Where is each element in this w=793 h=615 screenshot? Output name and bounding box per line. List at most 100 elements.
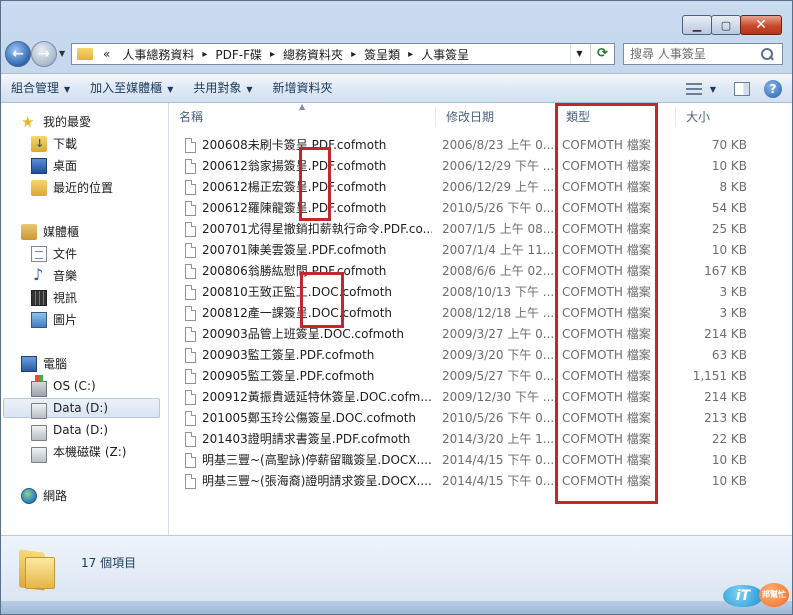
file-row[interactable]: 200806翁勝紘慰問.PDF.cofmoth 2008/6/6 上午 02...…	[179, 261, 779, 282]
nav-recent-places[interactable]: 最近的位置	[31, 178, 113, 198]
nav-music[interactable]: 音樂	[31, 265, 77, 286]
nav-videos[interactable]: 視訊	[31, 288, 77, 308]
help-icon[interactable]: ?	[764, 80, 782, 98]
address-dropdown-icon[interactable]: ▼	[570, 44, 588, 64]
breadcrumb-separator-icon[interactable]: ▸	[406, 49, 415, 60]
file-size: 10 KB	[711, 453, 747, 467]
nav-favorites[interactable]: 我的最愛	[21, 112, 91, 132]
search-icon[interactable]	[760, 47, 774, 61]
file-name: 明基三豐~(高聖詠)停薪留職簽呈.DOCX....	[202, 453, 432, 467]
preview-pane-icon[interactable]	[734, 82, 750, 96]
include-library-label: 加入至媒體櫃	[90, 81, 163, 95]
file-date: 2007/1/4 上午 11...	[442, 243, 555, 257]
nav-drive-d-selected[interactable]: Data (D:)	[3, 398, 160, 419]
file-row[interactable]: 200612翁家揚簽呈.PDF.cofmoth 2006/12/29 下午 ...…	[179, 156, 779, 177]
file-size: 3 KB	[719, 285, 747, 299]
file-name: 200903監工簽呈.PDF.cofmoth	[202, 348, 375, 362]
nav-pictures[interactable]: 圖片	[31, 310, 77, 330]
libraries-icon	[21, 224, 37, 240]
file-size: 213 KB	[704, 411, 747, 425]
nav-label: 網路	[43, 489, 68, 503]
nav-drive-z[interactable]: 本機磁碟 (Z:)	[31, 442, 126, 463]
music-icon	[31, 265, 47, 285]
file-row[interactable]: 200608未刷卡簽呈.PDF.cofmoth 2006/8/23 上午 0...…	[179, 135, 779, 156]
nav-documents[interactable]: 文件	[31, 244, 77, 264]
file-name: 201005鄭玉玲公傷簽呈.DOC.cofmoth	[202, 411, 417, 425]
nav-label: Data (D:)	[53, 423, 109, 437]
nav-computer[interactable]: 電腦	[21, 354, 67, 374]
nav-downloads[interactable]: 下載	[31, 134, 77, 154]
nav-network[interactable]: 網路	[21, 486, 67, 506]
back-button[interactable]: ←	[5, 41, 31, 67]
column-header-type[interactable]: 類型	[556, 107, 676, 127]
nav-libraries[interactable]: 媒體櫃	[21, 222, 79, 242]
file-row[interactable]: 201403證明請求書簽呈.PDF.cofmoth 2014/3/20 上午 1.…	[179, 429, 779, 450]
breadcrumb-separator-icon[interactable]: ▸	[268, 49, 277, 60]
maximize-button[interactable]: ▢	[711, 15, 741, 35]
breadcrumb-item[interactable]: 人事總務資料	[116, 46, 200, 63]
file-size: 10 KB	[711, 159, 747, 173]
file-row[interactable]: 201005鄭玉玲公傷簽呈.DOC.cofmoth 2010/5/26 下午 0.…	[179, 408, 779, 429]
minimize-button[interactable]: ▁	[682, 15, 712, 35]
breadcrumb-item[interactable]: 總務資料夾	[277, 46, 349, 63]
file-row[interactable]: 200903品管上班簽呈.DOC.cofmoth 2009/3/27 上午 0..…	[179, 324, 779, 345]
file-row[interactable]: 200810王致正監工.DOC.cofmoth 2008/10/13 下午 ...…	[179, 282, 779, 303]
file-type: COFMOTH 檔案	[562, 369, 651, 383]
file-icon	[185, 432, 196, 447]
search-input[interactable]	[624, 47, 756, 61]
file-row[interactable]: 明基三豐~(高聖詠)停薪留職簽呈.DOCX.... 2014/4/15 下午 0.…	[179, 450, 779, 471]
breadcrumb-separator-icon[interactable]: ▸	[200, 49, 209, 60]
chevron-down-icon: ▼	[64, 85, 71, 94]
share-with-button[interactable]: 共用對象 ▼	[183, 75, 262, 101]
breadcrumb-separator-icon[interactable]: ▸	[349, 49, 358, 60]
column-header-date[interactable]: 修改日期	[436, 107, 556, 127]
file-name: 200612翁家揚簽呈.PDF.cofmoth	[202, 159, 387, 173]
nav-label: 電腦	[43, 357, 68, 371]
file-date: 2008/6/6 上午 02...	[442, 264, 555, 278]
file-row[interactable]: 200612楊正宏簽呈.PDF.cofmoth 2006/12/29 上午 ...…	[179, 177, 779, 198]
file-row[interactable]: 200812產一課簽呈.DOC.cofmoth 2008/12/18 上午 ...…	[179, 303, 779, 324]
file-row[interactable]: 200701尤得星撤銷扣薪執行命令.PDF.co... 2007/1/5 上午 0…	[179, 219, 779, 240]
breadcrumb-item[interactable]: 簽呈類	[358, 46, 406, 63]
breadcrumb-overflow[interactable]: «	[97, 47, 116, 61]
column-header-name[interactable]: 名稱	[169, 107, 436, 127]
caption-buttons: ▁ ▢ ✕	[682, 15, 782, 35]
view-dropdown-icon[interactable]: ▼	[710, 85, 716, 94]
file-icon	[185, 453, 196, 468]
file-icon	[185, 474, 196, 489]
view-details-icon[interactable]	[685, 83, 702, 95]
organize-button[interactable]: 組合管理 ▼	[1, 75, 80, 101]
recent-pages-dropdown-icon[interactable]: ▼	[59, 49, 65, 58]
include-in-library-button[interactable]: 加入至媒體櫃 ▼	[80, 75, 183, 101]
refresh-icon[interactable]: ⟳	[590, 44, 614, 64]
address-bar[interactable]: « 人事總務資料 ▸ PDF-F碟 ▸ 總務資料夾 ▸ 簽呈類 ▸ 人事簽呈 ▼…	[71, 43, 615, 65]
file-row[interactable]: 200612羅陳龍簽呈.PDF.cofmoth 2010/5/26 下午 0...…	[179, 198, 779, 219]
column-header-size[interactable]: 大小	[676, 107, 756, 127]
nav-label: 視訊	[53, 291, 78, 305]
file-type: COFMOTH 檔案	[562, 264, 651, 278]
nav-drive-d[interactable]: Data (D:)	[31, 420, 109, 441]
breadcrumb-item[interactable]: PDF-F碟	[209, 46, 268, 63]
file-icon	[185, 285, 196, 300]
file-size: 22 KB	[711, 432, 747, 446]
computer-icon	[21, 356, 37, 372]
file-row[interactable]: 200905監工簽呈.PDF.cofmoth 2009/5/27 下午 0... C…	[179, 366, 779, 387]
nav-desktop[interactable]: 桌面	[31, 156, 77, 176]
item-count: 17 個項目	[81, 556, 137, 570]
nav-label: 文件	[53, 247, 78, 261]
forward-button[interactable]: →	[31, 41, 57, 67]
network-icon	[21, 488, 37, 504]
file-row[interactable]: 200701陳美雲簽呈.PDF.cofmoth 2007/1/4 上午 11...…	[179, 240, 779, 261]
file-type: COFMOTH 檔案	[562, 348, 651, 362]
file-row[interactable]: 200912黃振貴遞延特休簽呈.DOC.cofm... 2009/12/30 下午…	[179, 387, 779, 408]
nav-drive-c[interactable]: OS (C:)	[31, 374, 96, 397]
breadcrumb-item[interactable]: 人事簽呈	[415, 46, 475, 63]
file-name: 200612楊正宏簽呈.PDF.cofmoth	[202, 180, 387, 194]
file-type: COFMOTH 檔案	[562, 138, 651, 152]
file-row[interactable]: 200903監工簽呈.PDF.cofmoth 2009/3/20 下午 0... C…	[179, 345, 779, 366]
recent-places-icon	[31, 180, 47, 196]
close-button[interactable]: ✕	[740, 15, 782, 35]
new-folder-button[interactable]: 新增資料夾	[263, 75, 343, 101]
file-row[interactable]: 明基三豐~(張海裔)證明請求簽呈.DOCX.... 2014/4/15 下午 0.…	[179, 471, 779, 492]
command-bar: 組合管理 ▼ 加入至媒體櫃 ▼ 共用對象 ▼ 新增資料夾 ▼ ?	[1, 73, 792, 103]
